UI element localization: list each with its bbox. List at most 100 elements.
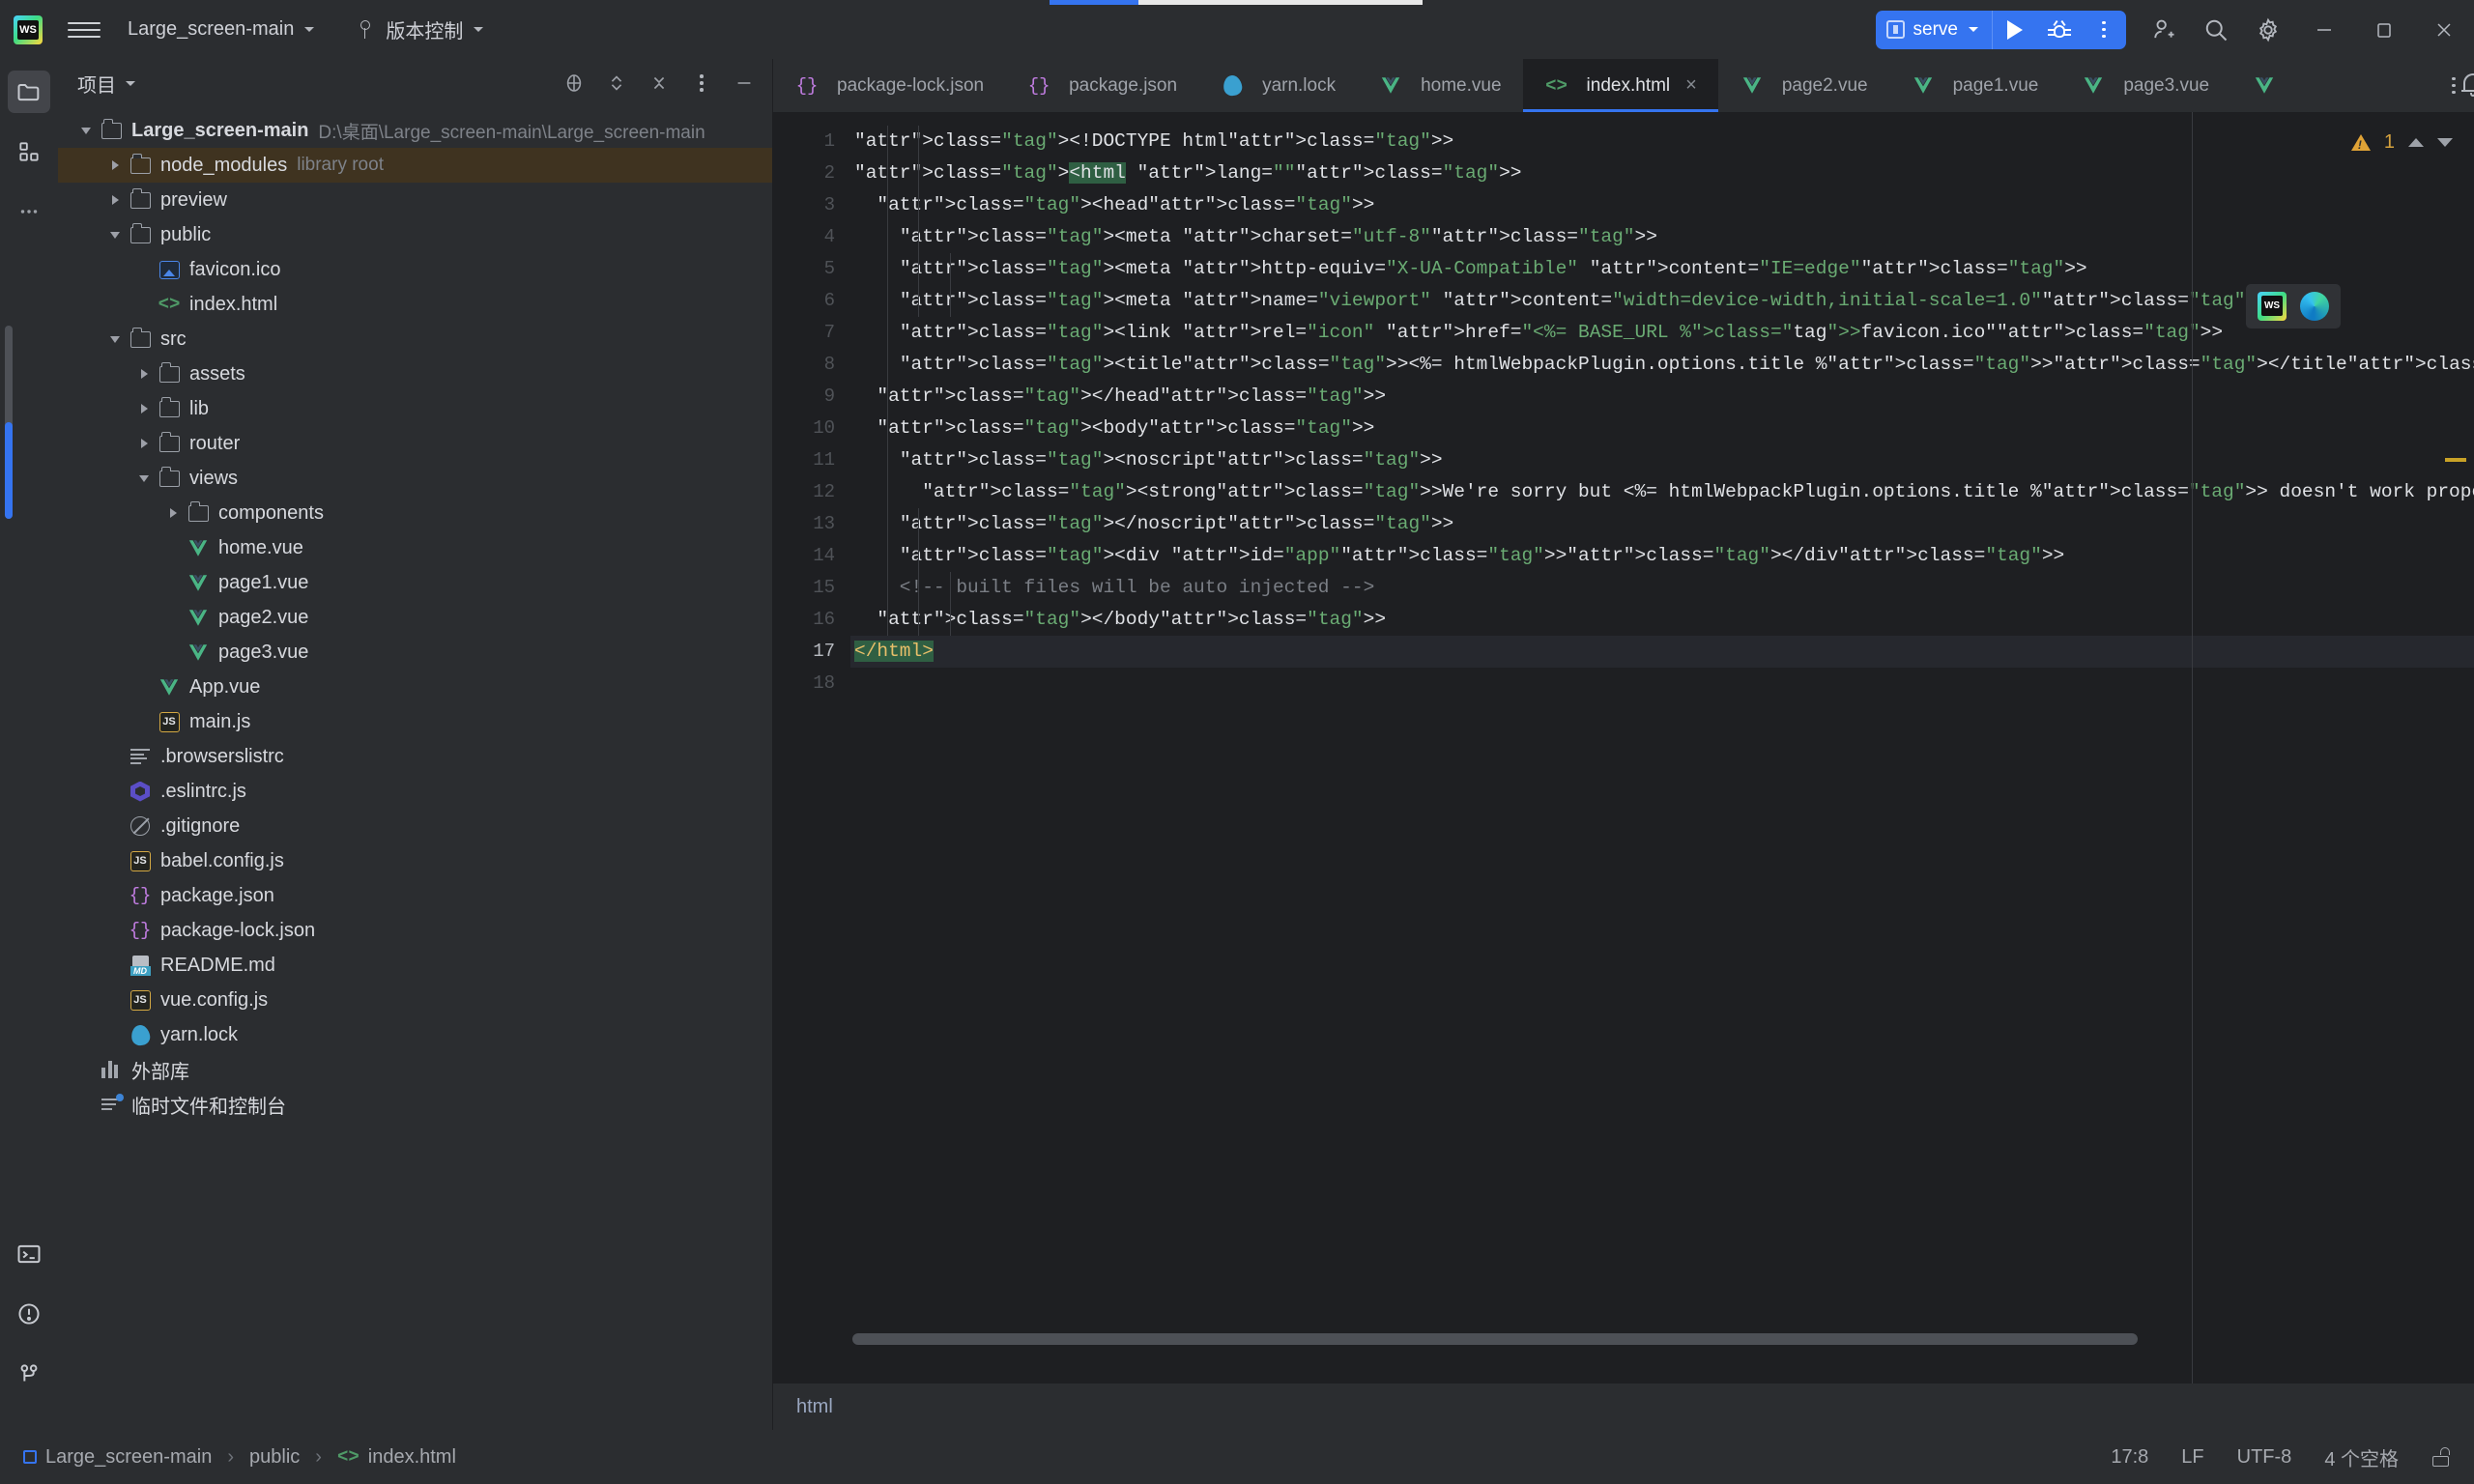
vcs-widget[interactable]: 版本控制 — [351, 13, 493, 47]
line-separator[interactable]: LF — [2181, 1446, 2203, 1469]
tree-item-public[interactable]: public — [58, 217, 772, 252]
code-line[interactable]: "attr">class="tag"><!DOCTYPE html"attr">… — [850, 126, 2474, 157]
unlocked-icon[interactable] — [2431, 1447, 2451, 1467]
caret-position[interactable]: 17:8 — [2111, 1446, 2148, 1469]
tree-item-assets[interactable]: assets — [58, 357, 772, 391]
editor-tab-package-json[interactable]: {} package.json — [1005, 59, 1198, 112]
tree-item-home-vue[interactable]: home.vue — [58, 530, 772, 565]
webstorm-icon[interactable] — [2258, 292, 2287, 321]
tree-item--[interactable]: 外部库 — [58, 1052, 772, 1087]
main-menu-icon[interactable] — [68, 14, 101, 46]
editor-tab-overflow[interactable] — [2230, 59, 2316, 112]
expand-collapse-button[interactable] — [604, 71, 629, 96]
code-line[interactable]: "attr">class="tag"><div "attr">id="app""… — [850, 540, 2474, 572]
project-panel-title[interactable]: 项目 — [77, 70, 135, 98]
tree-item-vue-config-js[interactable]: JS vue.config.js — [58, 983, 772, 1017]
tree-item--gitignore[interactable]: .gitignore — [58, 809, 772, 843]
maximize-button[interactable] — [2354, 0, 2414, 59]
minimize-button[interactable] — [2294, 0, 2354, 59]
project-file-tree[interactable]: Large_screen-main D:\桌面\Large_screen-main… — [58, 107, 772, 1430]
select-opened-file-button[interactable] — [561, 71, 587, 96]
debug-button[interactable] — [2037, 11, 2082, 49]
code-line[interactable]: "attr">class="tag"><html "attr">lang="""… — [850, 157, 2474, 189]
webstorm-logo-icon[interactable] — [14, 14, 43, 44]
code-line[interactable]: </html> — [850, 636, 2474, 668]
inspections-widget[interactable]: 1 — [2350, 131, 2453, 154]
rail-scrollbar[interactable] — [5, 326, 13, 519]
file-encoding[interactable]: UTF-8 — [2237, 1446, 2292, 1469]
tree-item--eslintrc-js[interactable]: .eslintrc.js — [58, 774, 772, 809]
tree-item-node-modules[interactable]: node_modules library root — [58, 148, 772, 183]
tree-item--[interactable]: 临时文件和控制台 — [58, 1087, 772, 1122]
editor-tab-page3-vue[interactable]: page3.vue — [2059, 59, 2230, 112]
close-tab-icon[interactable]: × — [1685, 74, 1697, 97]
tree-item-yarn-lock[interactable]: yarn.lock — [58, 1017, 772, 1052]
editor-tab-package-lock-json[interactable]: {} package-lock.json — [773, 59, 1005, 112]
code-line[interactable]: "attr">class="tag"><head"attr">class="ta… — [850, 189, 2474, 221]
code-line[interactable]: "attr">class="tag"><meta "attr">charset=… — [850, 221, 2474, 253]
editor-tab-page2-vue[interactable]: page2.vue — [1718, 59, 1889, 112]
breadcrumb-tag[interactable]: html — [796, 1396, 833, 1418]
code-line[interactable]: "attr">class="tag"><meta "attr">name="vi… — [850, 285, 2474, 317]
code-line[interactable]: "attr">class="tag"><strong"attr">class="… — [850, 476, 2474, 508]
code-line[interactable]: "attr">class="tag"><body"attr">class="ta… — [850, 413, 2474, 444]
tree-item-router[interactable]: router — [58, 426, 772, 461]
run-more-button[interactable] — [2082, 11, 2126, 49]
chevron-right-icon[interactable] — [102, 160, 128, 170]
editor-code-content[interactable]: "attr">class="tag"><!DOCTYPE html"attr">… — [850, 112, 2474, 1384]
chevron-down-icon[interactable] — [102, 231, 128, 239]
tree-item-package-lock-json[interactable]: {} package-lock.json — [58, 913, 772, 948]
close-button[interactable] — [2414, 0, 2474, 59]
next-problem-icon[interactable] — [2437, 138, 2453, 147]
breadcrumb-item[interactable]: <> index.html — [337, 1446, 456, 1469]
project-panel-options-button[interactable] — [689, 71, 714, 96]
chevron-down-icon[interactable] — [102, 335, 128, 343]
tree-item-main-js[interactable]: JS main.js — [58, 704, 772, 739]
editor-tab-home-vue[interactable]: home.vue — [1357, 59, 1522, 112]
rail-scrollbar-thumb[interactable] — [5, 422, 13, 519]
tree-item-index-html[interactable]: <> index.html — [58, 287, 772, 322]
code-line[interactable]: <!-- built files will be auto injected -… — [850, 572, 2474, 604]
chevron-right-icon[interactable] — [160, 508, 186, 518]
tree-item-lib[interactable]: lib — [58, 391, 772, 426]
editor-tab-page1-vue[interactable]: page1.vue — [1889, 59, 2060, 112]
chevron-right-icon[interactable] — [131, 369, 157, 379]
code-line[interactable] — [850, 668, 2474, 699]
tree-item-readme-md[interactable]: MD README.md — [58, 948, 772, 983]
hide-panel-button[interactable] — [732, 71, 757, 96]
project-selector[interactable]: Large_screen-main — [118, 13, 324, 47]
code-line[interactable]: "attr">class="tag"></body"attr">class="t… — [850, 604, 2474, 636]
tree-item--browserslistrc[interactable]: .browserslistrc — [58, 739, 772, 774]
rail-item-problems[interactable] — [8, 1293, 50, 1335]
rail-item-terminal[interactable] — [8, 1233, 50, 1275]
editor-horizontal-scrollbar[interactable] — [852, 1333, 2242, 1345]
tree-item-preview[interactable]: preview — [58, 183, 772, 217]
add-user-button[interactable] — [2138, 4, 2190, 56]
indent-setting[interactable]: 4 个空格 — [2324, 1443, 2399, 1471]
code-line[interactable]: "attr">class="tag"><noscript"attr">class… — [850, 444, 2474, 476]
editor-tab-index-html[interactable]: <> index.html × — [1522, 59, 1719, 112]
tree-item-page3-vue[interactable]: page3.vue — [58, 635, 772, 670]
editor-horizontal-scrollbar-thumb[interactable] — [852, 1333, 2138, 1345]
breadcrumb-item[interactable]: Large_screen-main — [23, 1446, 212, 1469]
breadcrumb-item[interactable]: public — [249, 1446, 300, 1469]
code-line[interactable]: "attr">class="tag"><title"attr">class="t… — [850, 349, 2474, 381]
collapse-all-button[interactable] — [647, 71, 672, 96]
rail-item-more[interactable] — [8, 190, 50, 233]
tree-item-babel-config-js[interactable]: JS babel.config.js — [58, 843, 772, 878]
chevron-right-icon[interactable] — [131, 439, 157, 448]
tree-item-views[interactable]: views — [58, 461, 772, 496]
chevron-right-icon[interactable] — [102, 195, 128, 205]
rail-item-structure[interactable] — [8, 130, 50, 173]
run-configuration-selector[interactable]: serve — [1876, 10, 1993, 49]
settings-button[interactable] — [2242, 4, 2294, 56]
tree-item-components[interactable]: components — [58, 496, 772, 530]
code-line[interactable]: "attr">class="tag"><link "attr">rel="ico… — [850, 317, 2474, 349]
rail-item-version-control[interactable] — [8, 1353, 50, 1395]
chevron-right-icon[interactable] — [131, 404, 157, 414]
search-button[interactable] — [2190, 4, 2242, 56]
editor-tab-yarn-lock[interactable]: yarn.lock — [1198, 59, 1357, 112]
tree-item-page2-vue[interactable]: page2.vue — [58, 600, 772, 635]
tree-item-app-vue[interactable]: App.vue — [58, 670, 772, 704]
code-line[interactable]: "attr">class="tag"><meta "attr">http-equ… — [850, 253, 2474, 285]
